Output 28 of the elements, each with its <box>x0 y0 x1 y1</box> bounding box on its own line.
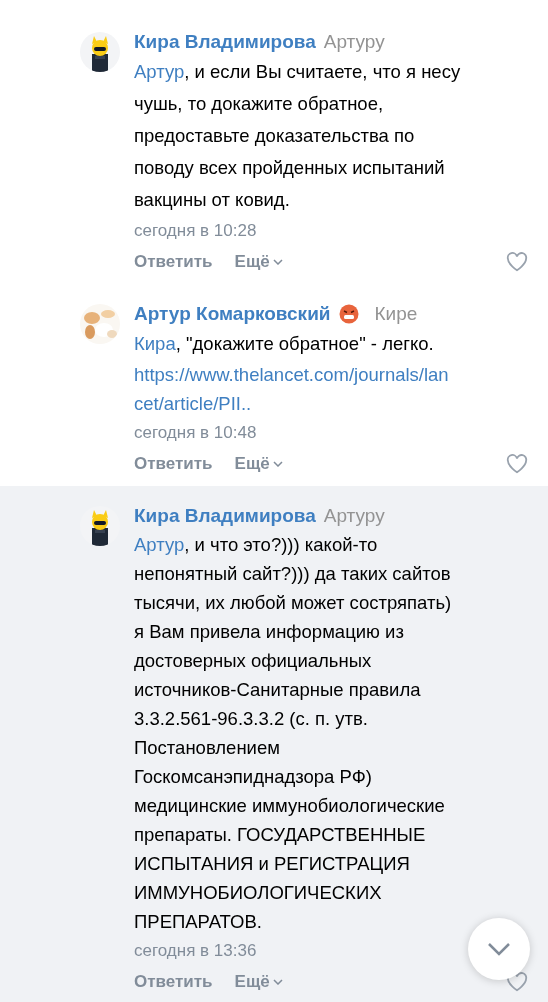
author-name[interactable]: Кира Владимирова <box>134 501 316 531</box>
chevron-down-icon <box>272 979 283 985</box>
reply-button[interactable]: Ответить <box>134 451 213 477</box>
heart-icon[interactable] <box>506 454 528 474</box>
more-button[interactable]: Ещё <box>234 451 283 477</box>
timestamp: сегодня в 10:48 <box>134 422 257 444</box>
reply-to-name[interactable]: Артуру <box>323 501 385 531</box>
more-button[interactable]: Ещё <box>234 969 283 995</box>
chevron-down-icon <box>272 461 283 467</box>
reply-to-name[interactable]: Артуру <box>323 27 385 57</box>
reply-button[interactable]: Ответить <box>134 969 213 995</box>
url-link[interactable]: https://www.thelancet.com/journals/lan cet/article/PII.. <box>134 360 534 418</box>
comment-text: Кира, "докажите обратное" - легко. <box>134 332 435 356</box>
timestamp: сегодня в 13:36 <box>134 940 257 962</box>
reply-to-name[interactable]: Кире <box>374 299 418 329</box>
mention-link[interactable]: Артур <box>134 61 185 82</box>
author-name[interactable]: Артур Комарковский <box>134 299 331 329</box>
comment-text: Артур, и что это?))) какой-то непонятный сайт?))) да таких сайтов тысячи, их любой может состряпать) я Вам привела информацию из достоверных официальных источников-Санитарные правила 3.3.2.561-96.3.3.2 (с. п. утв. Постановлением Госкомсанэпиднадзора РФ) медицинские иммунобиологические препараты. ГОСУДАРСТВЕННЫЕ ИСПЫТАНИЯ и РЕГИСТРАЦИЯ ИММУНОБИОЛОГИЧЕСКИХ ПРЕПАРАТОВ. <box>134 533 453 934</box>
mention-link[interactable]: Артур <box>134 534 185 555</box>
author-name[interactable]: Кира Владимирова <box>134 27 316 57</box>
heart-icon[interactable] <box>506 252 528 272</box>
reply-button[interactable]: Ответить <box>134 249 213 275</box>
mention-link[interactable]: Кира <box>134 333 176 354</box>
chevron-down-icon <box>272 259 283 265</box>
more-button[interactable]: Ещё <box>234 249 283 275</box>
comment-text: Артур, и если Вы считаете, что я несу чушь, то докажите обратное, предоставьте доказательства по поводу всех пройденных испытаний вакцины от ковид. <box>134 60 462 212</box>
chevron-down-icon <box>487 942 511 956</box>
timestamp: сегодня в 10:28 <box>134 220 257 242</box>
